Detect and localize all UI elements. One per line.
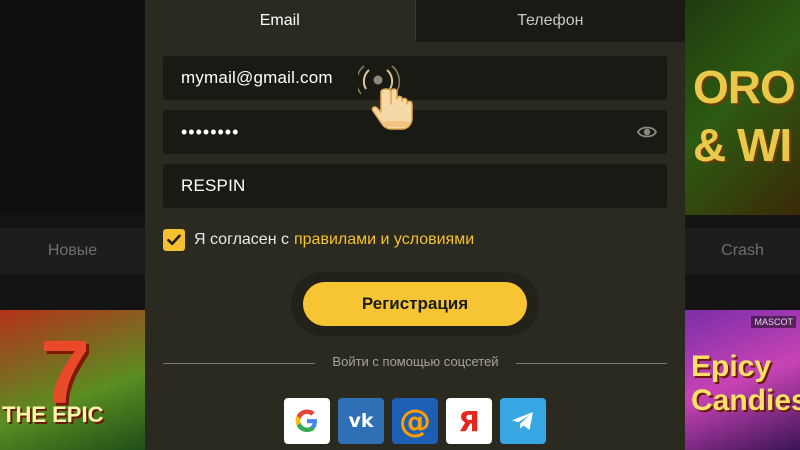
mascot-badge: MASCOT — [751, 316, 796, 328]
divider-right — [516, 363, 667, 364]
google-icon — [295, 409, 317, 432]
google-button[interactable] — [284, 398, 330, 444]
promo-code-value: RESPIN — [181, 176, 246, 195]
mail-ru-button[interactable]: @ — [392, 398, 438, 444]
eye-icon[interactable] — [637, 123, 657, 141]
category-new[interactable]: Новые — [0, 228, 145, 274]
terms-link[interactable]: правилами и условиями — [294, 231, 474, 249]
game-tile-epic[interactable]: 7 THE EPIC — [0, 310, 145, 450]
promo-code-field[interactable]: RESPIN — [163, 164, 667, 208]
category-crash-label: Crash — [721, 242, 764, 259]
social-login-label: Войти с помощью соцсетей — [332, 354, 499, 369]
vk-button[interactable]: vk — [338, 398, 384, 444]
banner-text: ORO & WI — [693, 61, 796, 171]
register-button[interactable]: Регистрация — [303, 282, 527, 326]
divider-left — [163, 363, 315, 364]
telegram-button[interactable] — [500, 398, 546, 444]
mail-at-icon: @ — [399, 402, 431, 440]
social-buttons: vk @ Я — [284, 398, 546, 444]
tab-email[interactable]: Email — [145, 0, 415, 42]
background-site-right: ORO & WI Crash MASCOT Epicy Candies — [685, 0, 800, 450]
auth-tabs: Email Телефон — [145, 0, 685, 42]
game-tile-candies[interactable]: MASCOT Epicy Candies — [685, 310, 800, 450]
telegram-icon — [512, 412, 533, 430]
background-site-left: Новые 7 THE EPIC — [0, 0, 145, 450]
tap-hand-icon — [358, 65, 413, 130]
terms-text: Я согласен с — [194, 231, 289, 248]
vk-icon: vk — [348, 410, 374, 432]
game-right-title: Epicy Candies — [691, 350, 800, 417]
category-crash[interactable]: Crash — [685, 228, 800, 274]
promo-banner[interactable]: ORO & WI — [685, 0, 800, 215]
terms-checkbox[interactable] — [163, 229, 185, 251]
checkmark-icon — [167, 234, 181, 246]
yandex-button[interactable]: Я — [446, 398, 492, 444]
category-new-label: Новые — [47, 242, 98, 259]
yandex-icon: Я — [458, 404, 480, 438]
background-header-dark — [0, 0, 145, 215]
tab-phone[interactable]: Телефон — [414, 0, 685, 42]
terms-agreement: Я согласен с правилами и условиями — [163, 229, 474, 251]
password-field-value: •••••••• — [181, 121, 240, 142]
email-field-value: mymail@gmail.com — [181, 68, 333, 87]
game-left-title: THE EPIC — [2, 402, 104, 427]
register-button-halo: Регистрация — [291, 272, 539, 336]
